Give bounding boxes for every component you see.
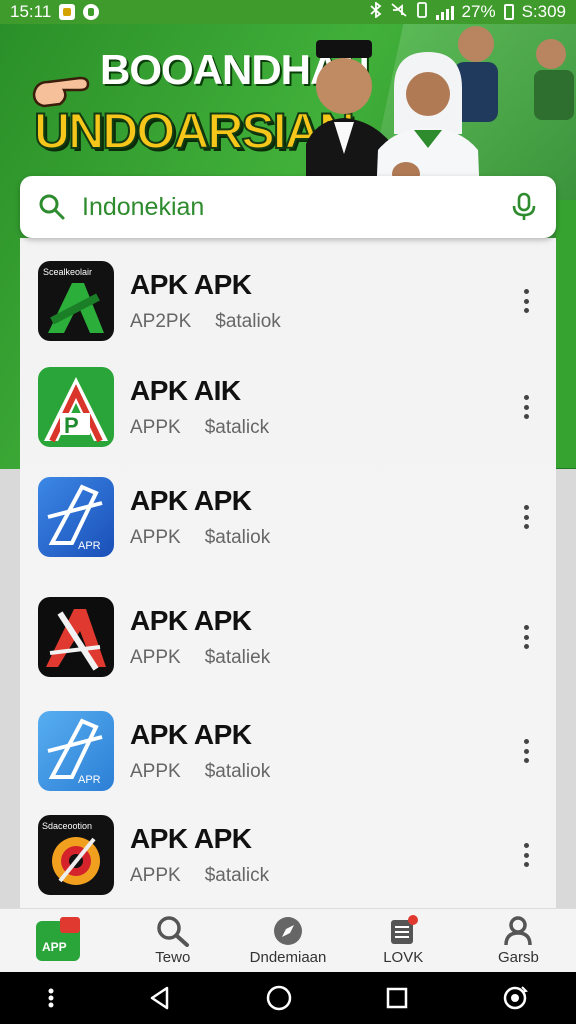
list-item[interactable]: Scealkeolair APK APK AP2PK $ataliok <box>20 246 556 356</box>
nav-item-search[interactable]: Tewo <box>115 909 230 972</box>
list-item[interactable]: APR APK APK APPK $ataliok <box>20 696 556 806</box>
app-meta-status: $ataliok <box>204 527 271 548</box>
system-navigation-bar <box>0 972 576 1024</box>
status-time: 15:11 <box>10 2 52 21</box>
app-meta-type: APPK <box>130 417 181 438</box>
more-options-icon[interactable] <box>516 391 536 423</box>
rotate-icon[interactable] <box>500 983 530 1013</box>
bluetooth-icon <box>369 0 382 23</box>
app-meta-type: APPK <box>130 527 181 548</box>
nav-label: Garsb <box>497 949 539 966</box>
app-meta-status: $ataliok <box>204 761 271 782</box>
whatsapp-icon <box>83 4 100 20</box>
status-bar: 15:11 27% S:309 <box>0 0 576 24</box>
more-options-icon[interactable] <box>516 501 536 533</box>
app-meta-status: $atalick <box>204 865 270 886</box>
more-options-icon[interactable] <box>516 735 536 767</box>
more-options-icon[interactable] <box>516 285 536 317</box>
app-meta-type: AP2PK <box>130 311 192 332</box>
icon-caption: Scealkeolair <box>43 267 92 277</box>
recents-icon[interactable] <box>385 986 409 1010</box>
more-dots-icon[interactable] <box>46 987 56 1009</box>
notification-icon <box>59 4 76 20</box>
nav-item-profile[interactable]: Garsb <box>461 909 576 972</box>
nav-label: Dndemiaan <box>249 949 327 966</box>
list-item[interactable]: APR APK APK APPK $ataliok <box>20 462 556 572</box>
more-options-icon[interactable] <box>516 621 536 653</box>
banner-side-edge <box>556 200 576 468</box>
back-icon[interactable] <box>147 985 173 1011</box>
status-clock-right: S:309 <box>521 2 566 21</box>
vibrate-icon <box>416 1 428 23</box>
battery-icon <box>503 4 514 20</box>
apk-app-icon: APP <box>35 916 80 961</box>
app-meta-status: $atalick <box>204 417 270 438</box>
nav-item-library[interactable]: LOVK <box>346 909 461 972</box>
app-meta-status: $ataliok <box>215 311 281 332</box>
app-name: APK APK <box>130 605 252 636</box>
list-item[interactable]: Sdaceootion APK APK APPK $atalick <box>20 800 556 908</box>
green-p-logo-icon: P <box>38 367 114 447</box>
app-name: APK APK <box>130 823 252 854</box>
nav-label: Tewo <box>155 949 191 966</box>
app-name: APK APK <box>130 269 252 300</box>
mute-icon <box>390 2 408 23</box>
red-a-logo-icon <box>38 597 114 677</box>
nav-item-home[interactable]: APP <box>0 909 115 972</box>
app-meta-type: APPK <box>130 865 181 886</box>
compass-icon <box>274 917 302 945</box>
app-name: APK APK <box>130 485 252 516</box>
icon-caption: APR <box>78 774 101 786</box>
person-icon <box>504 916 533 946</box>
icon-caption: APR <box>78 540 101 552</box>
search-bar[interactable]: Indonekian <box>20 176 556 238</box>
home-icon[interactable] <box>265 984 293 1012</box>
list-badge-icon <box>391 915 419 944</box>
people-illustration <box>306 26 574 199</box>
battery-percent: 27% <box>461 2 496 21</box>
orange-circle-logo-icon: Sdaceootion <box>38 815 114 895</box>
microphone-icon[interactable] <box>510 192 538 222</box>
nav-item-explore[interactable]: Dndemiaan <box>230 909 345 972</box>
blue-a-logo-icon: APR <box>38 477 114 557</box>
bottom-navigation: APP Tewo Dndemiaan LOVK Garsb <box>0 908 576 972</box>
app-list: Scealkeolair APK APK AP2PK $ataliok P AP… <box>20 238 556 908</box>
app-name: APK AIK <box>130 375 241 406</box>
app-meta-type: APPK <box>130 761 181 782</box>
green-a-logo-icon: Scealkeolair <box>38 261 114 341</box>
app-name: APK APK <box>130 719 252 750</box>
list-item[interactable]: P APK AIK APPK $atalick <box>20 352 556 462</box>
search-icon <box>157 916 189 947</box>
more-options-icon[interactable] <box>516 839 536 871</box>
search-icon <box>39 194 65 220</box>
app-badge-label: APP <box>42 940 67 954</box>
search-input[interactable]: Indonekian <box>82 193 510 222</box>
list-item[interactable]: APK APK APPK $ataliek <box>20 582 556 692</box>
icon-caption: Sdaceootion <box>42 821 92 831</box>
light-blue-a-logo-icon: APR <box>38 711 114 791</box>
app-meta-status: $ataliek <box>204 647 271 668</box>
app-meta-type: APPK <box>130 647 181 668</box>
nav-label: LOVK <box>383 949 424 966</box>
svg-text:P: P <box>64 413 79 438</box>
signal-icon <box>435 4 454 20</box>
